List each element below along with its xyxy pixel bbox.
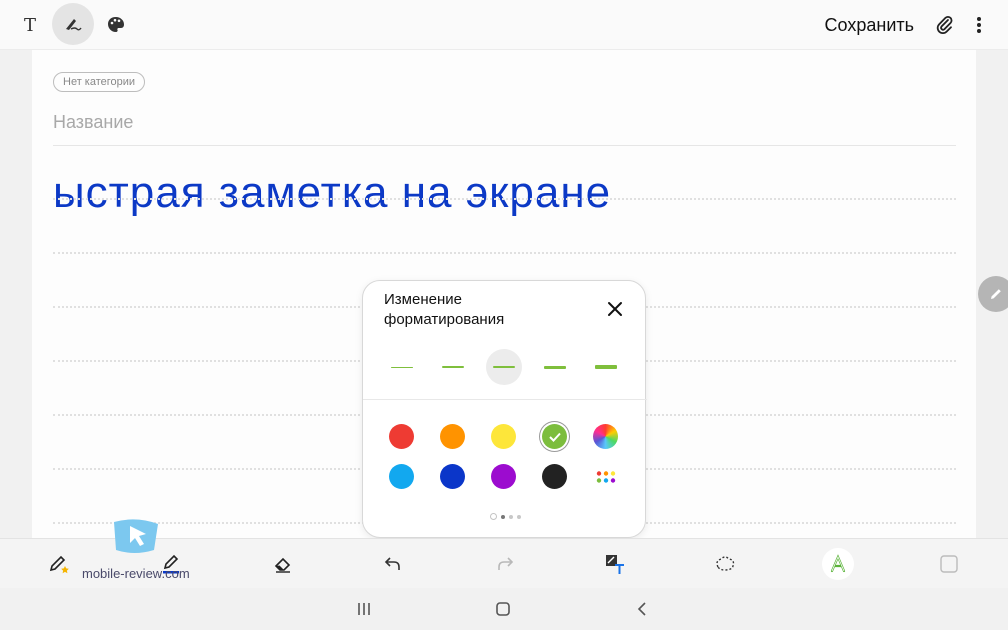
lasso-button[interactable] (712, 551, 738, 577)
convert-to-text-button[interactable] (602, 551, 628, 577)
ruled-line (53, 198, 956, 200)
popup-title: Изменение форматирования (384, 291, 505, 328)
back-button[interactable] (632, 599, 652, 619)
checkbox-icon (940, 555, 958, 573)
color-swatch-green[interactable] (542, 424, 567, 449)
color-swatch-black[interactable] (542, 464, 567, 489)
thickness-line (442, 366, 464, 368)
color-swatch-red[interactable] (389, 424, 414, 449)
home-button[interactable] (493, 599, 513, 619)
pencil-icon (991, 289, 1001, 299)
checkbox-button[interactable] (936, 551, 962, 577)
more-options-button[interactable] (966, 10, 992, 40)
more-vert-icon (977, 17, 981, 33)
close-icon (608, 302, 622, 316)
page-indicator (363, 513, 647, 520)
close-button[interactable] (603, 297, 627, 321)
lasso-icon (716, 556, 735, 571)
palette-icon (108, 17, 124, 32)
undo-button[interactable] (380, 551, 406, 577)
pen-stroke-icon (66, 19, 82, 31)
color-swatch-spectrum[interactable] (593, 424, 618, 449)
thickness-line (391, 366, 413, 368)
favorite-pens-button[interactable] (46, 551, 72, 577)
edit-handle-button[interactable] (978, 276, 1008, 312)
back-icon (637, 602, 646, 616)
color-swatch-yellow[interactable] (491, 424, 516, 449)
handwriting-icon (830, 554, 846, 573)
attach-button[interactable] (930, 10, 960, 40)
check-icon (548, 432, 561, 442)
pager-dot (516, 514, 521, 519)
format-popup: Изменение форматирования (362, 280, 647, 538)
watermark-text: mobile-review.com (82, 566, 190, 581)
drawing-mode-button[interactable] (96, 5, 136, 45)
color-swatch-orange[interactable] (440, 424, 465, 449)
color-swatch-blue[interactable] (440, 464, 465, 489)
ruled-line (53, 252, 956, 254)
more-colors-icon (596, 470, 615, 483)
color-swatch-purple[interactable] (491, 464, 516, 489)
save-button[interactable]: Сохранить (825, 15, 914, 36)
pager-dot-active (500, 514, 505, 519)
redo-button[interactable] (492, 551, 518, 577)
top-toolbar: T Сохранить (0, 0, 1008, 50)
handwriting-recognition-button[interactable] (822, 548, 854, 580)
thickness-line (595, 365, 617, 369)
thickness-option-3[interactable] (486, 349, 522, 385)
paperclip-icon (936, 15, 953, 35)
thickness-option-5[interactable] (588, 349, 624, 385)
recent-apps-button[interactable] (354, 599, 374, 619)
eraser-icon (274, 557, 291, 573)
thickness-option-4[interactable] (537, 349, 573, 385)
text-mode-icon: T (23, 14, 36, 36)
color-swatch-more-colors[interactable] (593, 464, 618, 489)
popup-divider (363, 399, 647, 400)
handwriting-mode-button[interactable] (52, 3, 94, 45)
redo-icon (498, 557, 514, 570)
system-navigation-bar (0, 588, 1008, 630)
eraser-button[interactable] (270, 551, 296, 577)
text-mode-button[interactable]: T (10, 5, 50, 45)
recent-apps-icon (358, 603, 370, 615)
pager-home-dot (489, 513, 497, 520)
undo-icon (384, 557, 400, 570)
thickness-option-1[interactable] (384, 349, 420, 385)
favorite-pen-icon (49, 555, 69, 574)
handwritten-text: ыстрая заметка на экране (53, 168, 612, 217)
color-swatch-light-blue[interactable] (389, 464, 414, 489)
thickness-line (493, 365, 515, 369)
text-convert-icon (606, 555, 624, 574)
watermark: mobile-review.com (82, 516, 192, 581)
category-chip[interactable]: Нет категории (53, 72, 146, 92)
title-divider (53, 145, 956, 146)
watermark-logo-icon (114, 519, 158, 553)
thickness-line (544, 365, 566, 369)
home-icon (496, 602, 510, 616)
thickness-option-2[interactable] (435, 349, 471, 385)
title-input[interactable]: Название (53, 112, 133, 133)
pager-dot (508, 514, 513, 519)
thickness-options (363, 349, 647, 385)
